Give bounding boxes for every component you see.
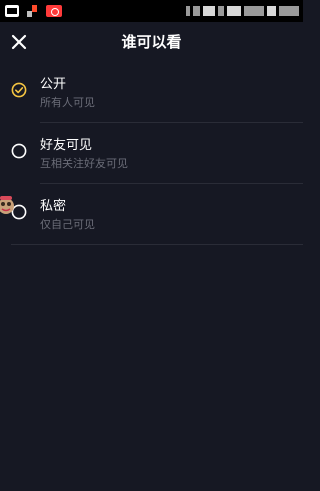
wifi-icon <box>203 6 215 16</box>
signal-strength-icon <box>227 6 241 16</box>
floating-mascot-icon[interactable] <box>0 194 16 216</box>
check-circle-icon <box>11 82 27 98</box>
option-description: 互相关注好友可见 <box>40 157 128 170</box>
app-notification-icon <box>27 5 37 17</box>
option-private[interactable]: 私密 仅自己可见 <box>0 184 303 245</box>
network-speed-icon <box>244 6 264 16</box>
battery-icon <box>267 6 276 16</box>
option-description: 所有人可见 <box>40 96 95 109</box>
option-label: 好友可见 <box>40 138 93 153</box>
vibrate-icon <box>186 6 190 16</box>
divider <box>11 244 303 245</box>
sim-icon <box>193 6 200 16</box>
option-friends[interactable]: 好友可见 互相关注好友可见 <box>0 123 303 184</box>
option-public[interactable]: 公开 所有人可见 <box>0 62 303 123</box>
option-label: 公开 <box>40 77 67 92</box>
top-bar: 谁可以看 <box>0 22 303 62</box>
page-title: 谁可以看 <box>121 33 182 51</box>
signal-icon <box>218 6 224 16</box>
option-description: 仅自己可见 <box>40 218 95 231</box>
status-bar <box>0 0 303 22</box>
option-label: 私密 <box>40 199 67 214</box>
visibility-options: 公开 所有人可见 好友可见 互相关注好友可见 私密 仅自己可见 <box>0 62 303 245</box>
radio-empty-icon <box>11 143 27 159</box>
gallery-notification-icon <box>5 5 19 17</box>
clock-icon <box>279 6 299 16</box>
status-bar-right-icons <box>186 4 299 18</box>
camera-notification-icon <box>46 5 62 17</box>
